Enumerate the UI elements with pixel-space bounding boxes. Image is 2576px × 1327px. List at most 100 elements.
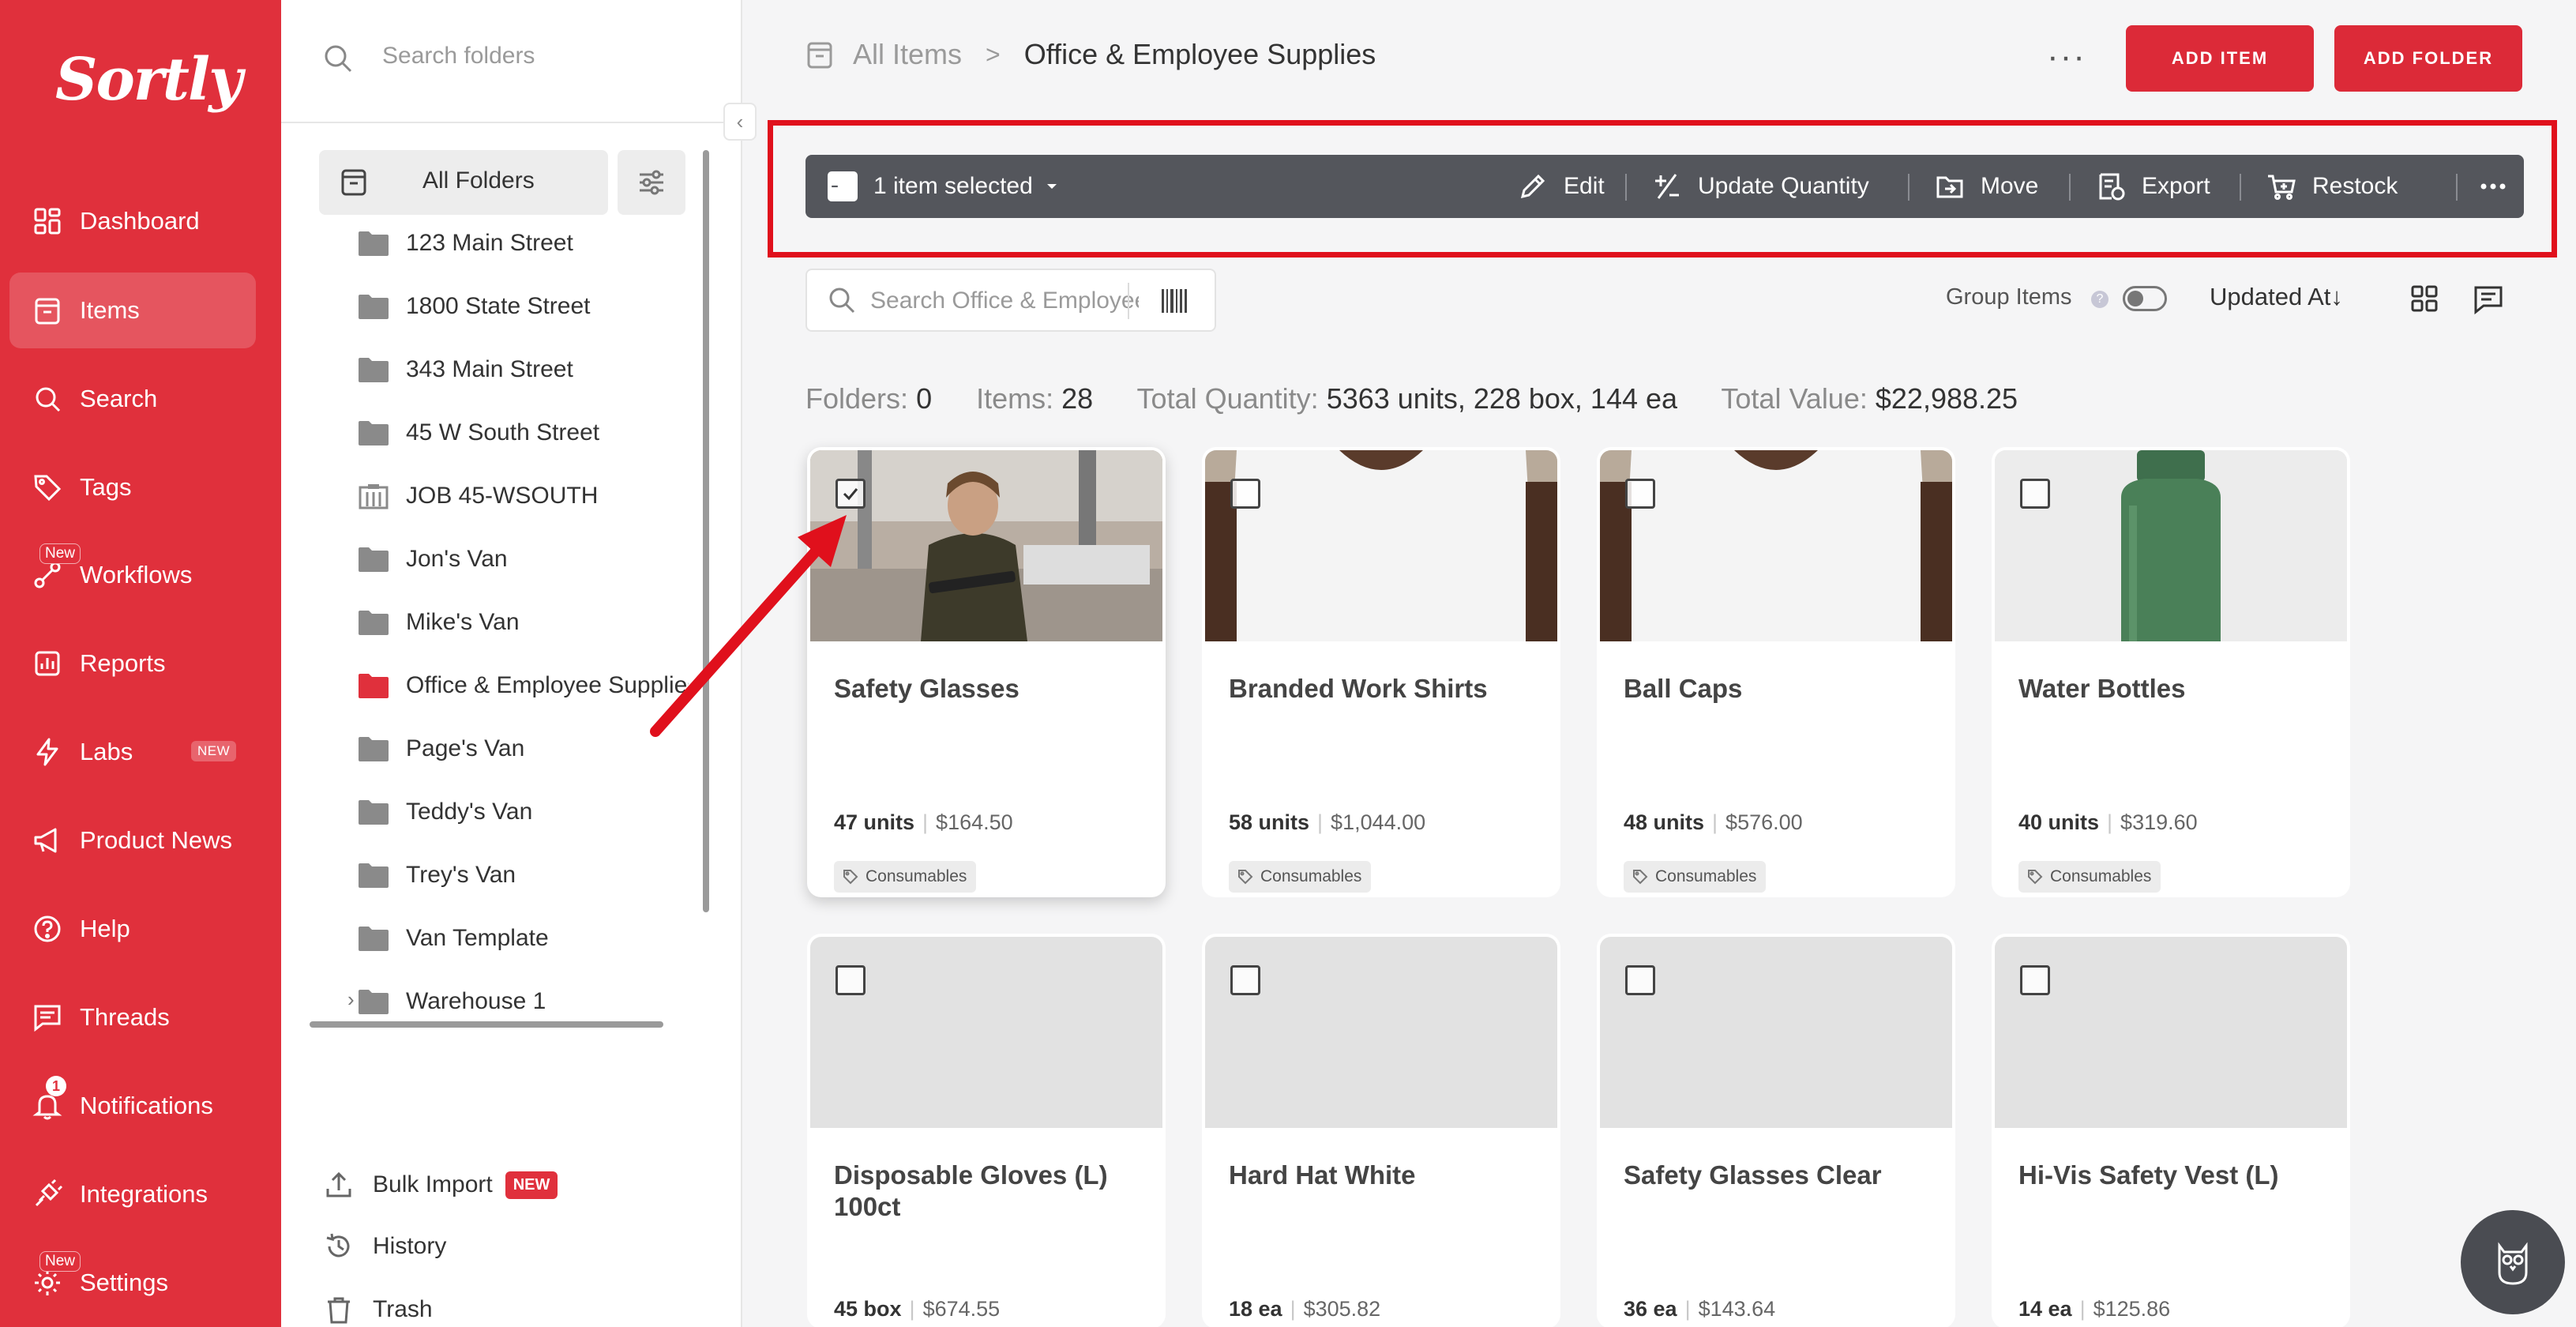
folders-count-value: 0 [916, 382, 933, 415]
grid-view-icon[interactable] [2409, 283, 2440, 314]
more-actions-button[interactable] [2478, 155, 2508, 218]
support-chat-button[interactable] [2461, 1210, 2565, 1314]
folder-icon [359, 737, 389, 761]
trash-link[interactable]: Trash [324, 1286, 433, 1327]
deselect-checkbox[interactable] [828, 171, 858, 201]
folder-item[interactable]: 1800 State Street [357, 281, 689, 332]
nav-labs[interactable]: Labs NEW [9, 714, 256, 790]
item-card[interactable]: Safety Glasses 47 units | $164.50 Consumab… [807, 447, 1166, 897]
sort-dropdown[interactable]: Updated At↓ [2210, 283, 2343, 311]
item-card[interactable]: Water Bottles 40 units | $319.60 Consumabl… [1992, 447, 2350, 897]
item-checkbox[interactable] [2020, 479, 2050, 509]
export-button[interactable]: Export [2096, 155, 2210, 218]
folder-item[interactable]: 343 Main Street [357, 344, 689, 395]
edit-button[interactable]: Edit [1518, 155, 1605, 218]
item-checkbox[interactable] [1230, 479, 1260, 509]
item-checkbox[interactable] [2020, 965, 2050, 995]
folder-horizontal-scrollbar[interactable] [310, 1021, 663, 1028]
nav-help[interactable]: Help [9, 891, 256, 967]
barcode-icon[interactable] [1159, 286, 1189, 316]
folder-icon [359, 990, 389, 1014]
item-tag[interactable]: Consumables [2018, 861, 2161, 893]
restock-button[interactable]: Restock [2266, 155, 2398, 218]
chevron-right-icon[interactable]: › [347, 987, 355, 1012]
folder-item[interactable]: JOB 45-WSOUTH [357, 471, 689, 521]
folder-item[interactable]: Trey's Van [357, 850, 689, 900]
item-tag[interactable]: Consumables [1624, 861, 1767, 893]
divider [1625, 174, 1627, 201]
nav-items[interactable]: Items [9, 273, 256, 348]
items-icon [32, 295, 63, 326]
folder-item[interactable]: 123 Main Street [357, 218, 689, 269]
all-folders-label: All Folders [422, 167, 535, 194]
nav-settings[interactable]: New Settings [9, 1245, 256, 1321]
item-search-input[interactable]: Search Office & Employee Supplies [805, 269, 1216, 332]
item-card[interactable]: Disposable Gloves (L) 100ct 45 box | $674.… [807, 934, 1166, 1327]
folder-item[interactable]: 45 W South Street [357, 408, 689, 458]
folder-scrollbar[interactable] [703, 150, 709, 912]
item-card[interactable]: Branded Work Shirts 58 units | $1,044.00 C… [1202, 447, 1560, 897]
bulk-import-link[interactable]: Bulk Import NEW [324, 1161, 558, 1209]
item-card[interactable]: Safety Glasses Clear 36 ea | $143.64 [1597, 934, 1955, 1327]
folder-item[interactable]: Teddy's Van [357, 787, 689, 837]
items-count-label: Items: [976, 382, 1054, 415]
nav-notifications[interactable]: 1 Notifications [9, 1068, 256, 1144]
all-folders-button[interactable]: All Folders [319, 150, 608, 215]
bulk-import-label: Bulk Import [373, 1171, 493, 1197]
sortly-logo[interactable]: Sortly [55, 46, 242, 114]
breadcrumb-root[interactable]: All Items [853, 38, 962, 71]
comments-icon[interactable] [2472, 283, 2505, 316]
item-tag[interactable]: Consumables [834, 861, 977, 893]
update-quantity-label: Update Quantity [1698, 173, 1869, 199]
nav-tags[interactable]: Tags [9, 449, 256, 525]
nav-label: Reports [80, 649, 166, 677]
item-checkbox[interactable] [836, 965, 866, 995]
folder-item[interactable]: Mike's Van [357, 597, 689, 648]
nav-reports[interactable]: Reports [9, 626, 256, 701]
move-button[interactable]: Move [1935, 155, 2038, 218]
item-tag-label: Consumables [1260, 867, 1362, 885]
item-checkbox[interactable] [1625, 479, 1655, 509]
item-tag-label: Consumables [2050, 867, 2152, 885]
nav-product-news[interactable]: Product News [9, 803, 256, 878]
add-item-button[interactable]: ADD ITEM [2126, 25, 2314, 92]
divider [2456, 174, 2458, 201]
nav-dashboard[interactable]: Dashboard [9, 183, 256, 259]
item-meta: 47 units | $164.50 [834, 810, 1013, 834]
nav-integrations[interactable]: Integrations [9, 1156, 256, 1232]
workflow-icon [32, 559, 63, 591]
nav-workflows[interactable]: New Workflows [9, 537, 256, 613]
upload-icon [326, 1171, 351, 1197]
item-value: $125.86 [2093, 1297, 2171, 1321]
trash-label: Trash [373, 1296, 433, 1322]
folder-item[interactable]: Van Template [357, 913, 689, 964]
folder-item[interactable]: Page's Van [357, 724, 689, 774]
nav-search[interactable]: Search [9, 361, 256, 437]
collapse-panel-button[interactable]: ‹ [723, 103, 757, 141]
item-tag[interactable]: Consumables [1229, 861, 1372, 893]
item-checkbox-checked[interactable] [836, 479, 866, 509]
add-folder-button[interactable]: ADD FOLDER [2334, 25, 2522, 92]
selection-dropdown[interactable]: 1 item selected [828, 155, 1060, 218]
nav-threads[interactable]: Threads [9, 979, 256, 1055]
item-card[interactable]: Hi-Vis Safety Vest (L) 14 ea | $125.86 [1992, 934, 2350, 1327]
folder-item[interactable]: Warehouse 1 [357, 976, 689, 1027]
group-items-toggle[interactable] [2123, 286, 2167, 311]
folder-filter-button[interactable] [618, 150, 685, 215]
trash-icon [328, 1297, 350, 1324]
move-folder-icon [1936, 176, 1963, 198]
move-label: Move [1981, 173, 2039, 199]
folder-search[interactable]: Search folders [281, 0, 742, 123]
update-quantity-button[interactable]: Update Quantity [1652, 155, 1869, 218]
folder-item-active[interactable]: Office & Employee Supplies [357, 660, 689, 711]
item-checkbox[interactable] [1625, 965, 1655, 995]
plug-icon [32, 1179, 63, 1210]
history-link[interactable]: History [324, 1223, 446, 1270]
folder-item[interactable]: Jon's Van [357, 534, 689, 585]
item-card[interactable]: Ball Caps 48 units | $576.00 Consumables [1597, 447, 1955, 897]
item-checkbox[interactable] [1230, 965, 1260, 995]
help-tooltip-icon[interactable]: ? [2091, 291, 2108, 308]
more-options-icon[interactable]: ··· [2047, 39, 2086, 74]
new-badge: New [39, 543, 81, 564]
item-card[interactable]: Hard Hat White 18 ea | $305.82 [1202, 934, 1560, 1327]
